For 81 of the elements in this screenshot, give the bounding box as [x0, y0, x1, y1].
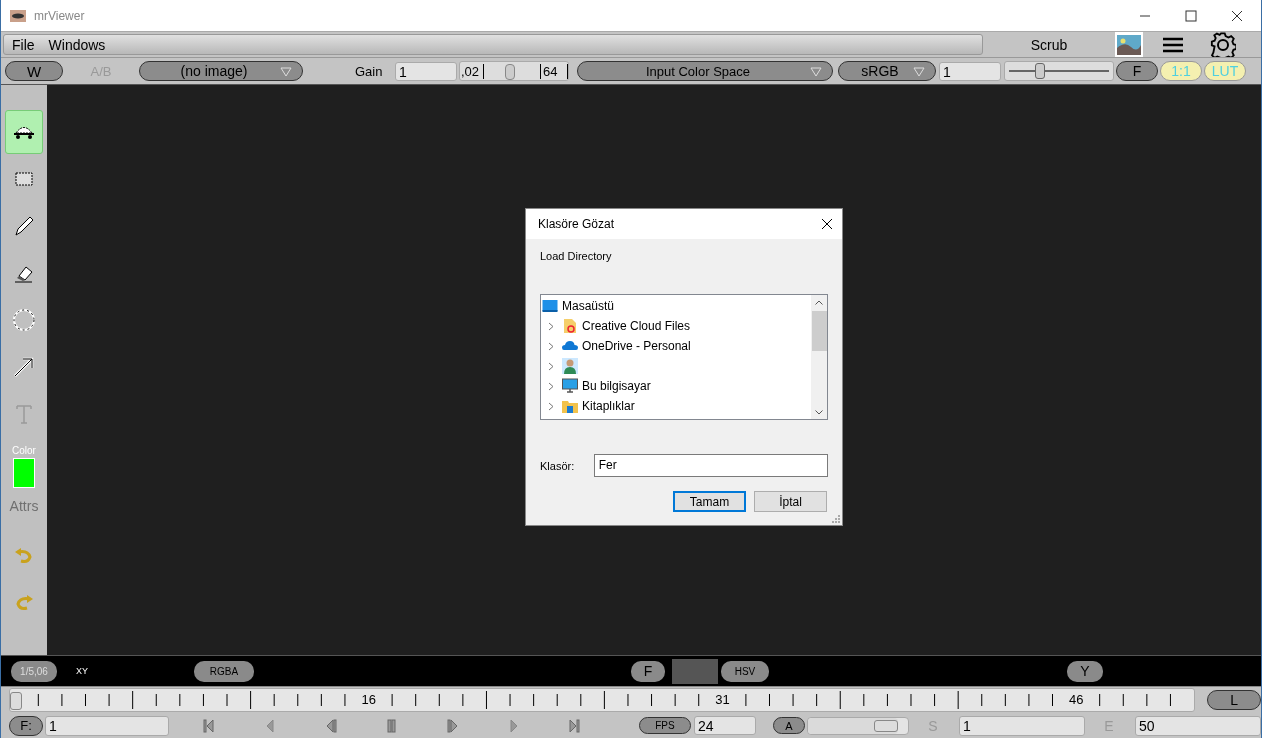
folder-label: Klasör: [540, 459, 576, 472]
dialog-button[interactable]: Tamam [673, 491, 746, 512]
maximize-icon [1185, 9, 1197, 22]
color-space-dropdown[interactable]: Input Color Space [577, 61, 833, 81]
scrollbar-thumb[interactable] [811, 311, 827, 351]
coords-label: XY [76, 666, 89, 676]
folder-icon [562, 318, 578, 334]
settings-icon [1210, 31, 1236, 58]
color-label: Color [12, 445, 36, 456]
monitor-icon [562, 378, 578, 394]
dropdown-arrow-icon [280, 67, 292, 77]
frame-number: 16 [361, 692, 376, 707]
tree-item[interactable]: Kitaplıklar [541, 396, 811, 416]
folder-icon [562, 398, 578, 414]
dropdown-arrow-icon [810, 67, 822, 77]
gain-label: Gain [355, 63, 384, 79]
step-back-icon [325, 718, 338, 733]
circle-icon [12, 308, 36, 332]
fps-button[interactable]: FPS [639, 717, 691, 734]
frame-number: 31 [715, 692, 730, 707]
tree-item[interactable]: OneDrive - Personal [541, 336, 811, 356]
redo-icon [14, 595, 34, 611]
pencil-icon [12, 214, 36, 238]
dialog-prompt: Load Directory [540, 250, 613, 262]
fps-field[interactable]: 24 [694, 716, 756, 735]
hsv-button[interactable]: HSV [721, 660, 769, 682]
luminance-button[interactable]: Y [1067, 660, 1103, 682]
start-field[interactable]: 1 [959, 715, 1085, 736]
folder-input[interactable]: Fer [593, 454, 828, 477]
image-button[interactable] [1115, 32, 1143, 57]
eye-icon [10, 9, 26, 22]
wipe-button[interactable]: W [5, 61, 63, 81]
dropdown-arrow-icon [913, 67, 925, 77]
end-field[interactable]: 50 [1135, 715, 1261, 736]
volume-slider[interactable] [807, 716, 909, 735]
tree-item[interactable]: Creative Cloud Files [541, 316, 811, 336]
arrow-icon [12, 355, 36, 379]
mode-label: Scrub [1029, 36, 1069, 53]
scroll-up-icon [815, 300, 823, 305]
person-icon [562, 358, 578, 374]
close-icon [821, 218, 833, 230]
color-swatch[interactable] [13, 458, 35, 488]
desktop-icon [542, 298, 558, 314]
play-icon [507, 718, 520, 733]
pause-icon [385, 718, 398, 733]
gain-field[interactable]: 1 [395, 61, 457, 81]
step-forward-icon [446, 718, 459, 733]
display-dropdown[interactable]: sRGB [838, 61, 936, 81]
timeline-slider[interactable]: 16 31 46 [9, 688, 1196, 712]
go-to-start-icon [203, 718, 216, 733]
loop-button[interactable]: L [1207, 690, 1261, 710]
go-to-end-icon [568, 718, 581, 733]
dialog-title: Klasöre Gözat [538, 217, 615, 231]
tree-item[interactable]: Masaüstü [541, 296, 811, 316]
menu-icon [1162, 36, 1184, 53]
f-button[interactable]: F [631, 660, 665, 682]
channels-button[interactable]: RGBA [194, 660, 254, 682]
dialog-button[interactable]: İptal [754, 491, 827, 512]
image-dropdown[interactable]: (no image) [139, 61, 303, 81]
gain-slider[interactable]: ,02 64 [459, 61, 569, 81]
frame-label-button[interactable]: F: [9, 715, 43, 736]
menu-item[interactable]: Windows [48, 36, 106, 53]
resize-grip-icon [832, 515, 840, 523]
fstop-button[interactable]: F [1116, 61, 1158, 81]
timeline-handle[interactable] [10, 692, 22, 710]
frame-number: 46 [1069, 692, 1084, 707]
landscape-icon [1117, 34, 1141, 55]
play-backward-icon [264, 718, 277, 733]
scrollbar[interactable] [811, 295, 827, 419]
audio-button[interactable]: A [773, 717, 805, 734]
close-icon [1231, 9, 1243, 22]
tool-button[interactable] [5, 110, 43, 154]
undo-icon [14, 548, 34, 564]
menu-item[interactable]: File [12, 36, 35, 53]
scroll-down-icon [815, 410, 823, 415]
text-tool-icon [15, 404, 33, 424]
window-title: mrViewer [34, 8, 85, 23]
tree-item[interactable]: Bu bilgisayar [541, 376, 811, 396]
gamma-slider[interactable] [1004, 61, 1114, 81]
gamma-field[interactable]: 1 [939, 61, 1001, 81]
frame-field[interactable]: 1 [45, 715, 169, 736]
